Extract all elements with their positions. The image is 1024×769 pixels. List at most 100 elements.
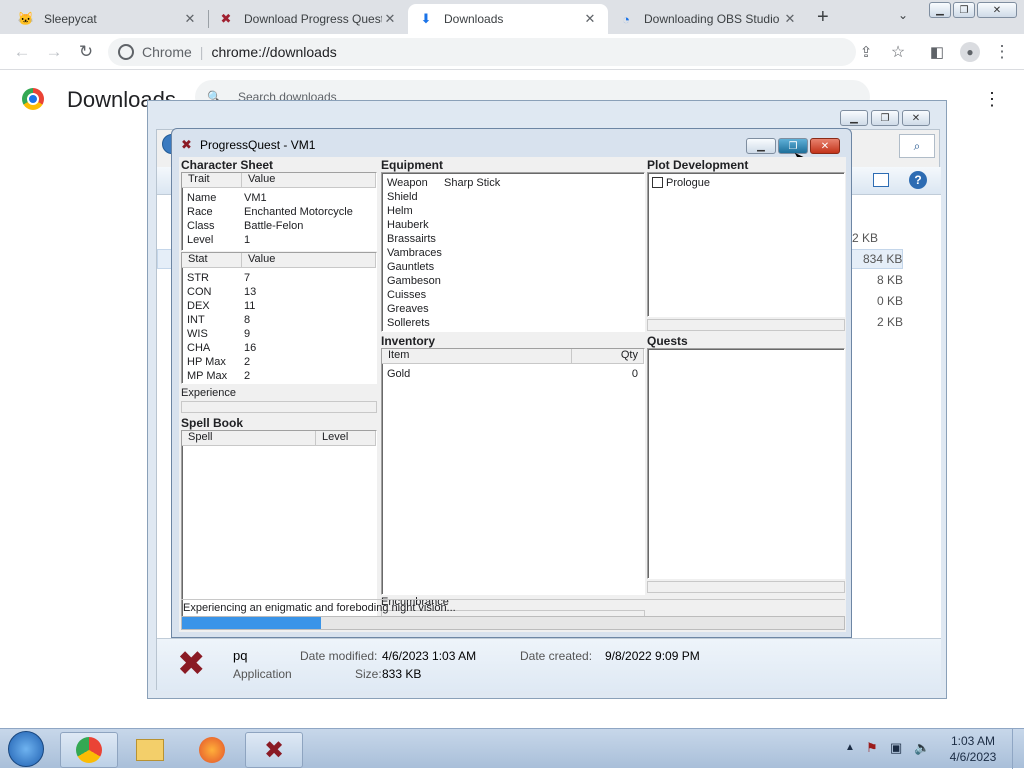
inventory-list[interactable]: Item Qty Gold 0 xyxy=(381,348,645,595)
download-icon: ⬇ xyxy=(420,11,432,26)
omnibox[interactable]: Chrome | chrome://downloads xyxy=(108,38,856,66)
close-button[interactable]: ✕ xyxy=(810,138,840,154)
firefox-icon xyxy=(199,737,225,763)
spell-list[interactable]: Spell Level xyxy=(181,430,377,624)
volume-muted-icon[interactable]: 🔈 xyxy=(914,740,930,756)
clock[interactable]: 1:03 AM 4/6/2023 xyxy=(944,733,1002,765)
close-tab-icon[interactable]: ✕ xyxy=(382,11,398,27)
file-size: 0 KB xyxy=(877,294,904,308)
start-button[interactable] xyxy=(8,731,44,767)
pq-app-icon: ✖ xyxy=(181,137,192,152)
details-pane: ✖ pq Application Date modified: 4/6/2023… xyxy=(157,638,941,691)
prologue-checkbox[interactable] xyxy=(652,177,663,188)
list-row[interactable]: Gauntlets xyxy=(382,260,644,274)
network-icon[interactable]: ▣ xyxy=(890,740,902,756)
file-type: Application xyxy=(233,667,292,681)
chrome-icon xyxy=(118,44,134,60)
tab-search-icon[interactable]: ⌄ xyxy=(898,8,908,22)
list-row[interactable]: Cuisses xyxy=(382,288,644,302)
prologue-label: Prologue xyxy=(666,177,711,189)
character-sheet-header: Character Sheet xyxy=(181,158,274,172)
list-row[interactable]: HP Max 2 xyxy=(182,355,376,369)
taskbar-chrome[interactable] xyxy=(60,732,118,768)
list-row[interactable]: CON 13 xyxy=(182,285,376,299)
profile-icon[interactable]: ● xyxy=(960,42,980,62)
taskbar-explorer[interactable] xyxy=(121,732,179,768)
tab-progress-quest[interactable]: ✖ Download Progress Quest ✕ xyxy=(208,4,408,34)
tab-sleepycat[interactable]: 🐱 Sleepycat ✕ xyxy=(8,4,208,34)
traits-list[interactable]: Trait Value Name VM1 Race Enchanted Motorcyc… xyxy=(181,172,377,251)
close-button[interactable]: ✕ xyxy=(977,2,1017,18)
list-row[interactable]: Name VM1 xyxy=(182,191,376,205)
list-row[interactable]: Race Enchanted Motorcycle xyxy=(182,205,376,219)
list-row[interactable]: Vambraces xyxy=(382,246,644,260)
side-panel-icon[interactable]: ◧ xyxy=(923,38,951,66)
list-row[interactable]: INT 8 xyxy=(182,313,376,327)
help-icon[interactable]: ? xyxy=(909,171,927,189)
close-tab-icon[interactable]: ✕ xyxy=(182,11,198,27)
plot-development-header: Plot Development xyxy=(647,158,749,172)
list-row[interactable]: Hauberk xyxy=(382,218,644,232)
action-center-icon[interactable]: ⚑ xyxy=(866,740,878,756)
list-row[interactable]: Helm xyxy=(382,204,644,218)
tab-downloads[interactable]: ⬇ Downloads ✕ xyxy=(408,4,608,34)
list-row[interactable]: DEX 11 xyxy=(182,299,376,313)
new-tab-button[interactable]: + xyxy=(817,6,829,29)
back-icon[interactable]: ← xyxy=(8,38,36,66)
equipment-list[interactable]: Weapon Sharp Stick Shield Helm Hauberk Brassa… xyxy=(381,172,645,332)
list-row[interactable]: Level 1 xyxy=(182,233,376,247)
taskbar: ✖ ▲ ⚑ ▣ 🔈 1:03 AM 4/6/2023 xyxy=(0,728,1024,769)
pq-icon: ✖ xyxy=(220,11,232,26)
search-icon[interactable]: ⌕ xyxy=(899,134,935,158)
list-row[interactable]: WIS 9 xyxy=(182,327,376,341)
bookmark-star-icon[interactable]: ☆ xyxy=(884,38,912,66)
tab-obs[interactable]: ◔ Downloading OBS Studio ✕ xyxy=(608,4,808,34)
reload-icon[interactable]: ↻ xyxy=(72,38,100,66)
equipment-header: Equipment xyxy=(381,158,443,172)
list-row[interactable]: Sollerets xyxy=(382,316,644,330)
window-controls: ▁ ❐ ✕ xyxy=(929,2,1017,18)
url-text: chrome://downloads xyxy=(211,44,337,60)
restore-button[interactable]: ❐ xyxy=(953,2,975,18)
taskbar-firefox[interactable] xyxy=(183,732,241,768)
close-tab-icon[interactable]: ✕ xyxy=(582,11,598,27)
share-icon[interactable]: ⇪ xyxy=(852,38,880,66)
inventory-row[interactable]: Gold 0 xyxy=(382,367,644,381)
forward-icon[interactable]: → xyxy=(40,38,68,66)
list-row[interactable]: MP Max 2 xyxy=(182,369,376,383)
list-row[interactable]: Greaves xyxy=(382,302,644,316)
close-tab-icon[interactable]: ✕ xyxy=(782,11,798,27)
list-row[interactable]: Brassairts xyxy=(382,232,644,246)
list-row[interactable]: Shield xyxy=(382,190,644,204)
file-size: 834 KB xyxy=(863,252,903,266)
stats-list[interactable]: Stat Value STR 7 CON 13 DEX 11 INT 8 WIS 9 CHA 16 HP … xyxy=(181,252,377,384)
status-text: Experiencing an enigmatic and foreboding… xyxy=(181,599,845,616)
menu-icon[interactable]: ⋮ xyxy=(988,38,1016,66)
show-desktop-button[interactable] xyxy=(1012,729,1024,769)
list-row[interactable]: Gambeson xyxy=(382,274,644,288)
minimize-button[interactable]: ▁ xyxy=(840,110,868,126)
close-button[interactable]: ✕ xyxy=(902,110,930,126)
pq-app-icon: ✖ xyxy=(177,645,206,683)
plot-list[interactable]: Prologue xyxy=(647,172,845,317)
file-size-detail: 833 KB xyxy=(382,667,422,681)
list-row[interactable]: STR 7 xyxy=(182,271,376,285)
quest-bar xyxy=(647,581,845,593)
list-row[interactable]: CHA 16 xyxy=(182,341,376,355)
window-title: ProgressQuest - VM1 xyxy=(200,138,316,152)
taskbar-progress-quest[interactable]: ✖ xyxy=(245,732,303,768)
list-row[interactable]: Weapon Sharp Stick xyxy=(382,176,644,190)
folder-icon xyxy=(136,739,164,761)
obs-icon: ◔ xyxy=(622,11,630,27)
task-progress-bar xyxy=(181,616,845,630)
chrome-logo-icon xyxy=(22,88,44,110)
quests-list[interactable] xyxy=(647,348,845,579)
page-menu-icon[interactable]: ⋮ xyxy=(983,89,1001,110)
minimize-button[interactable]: ▁ xyxy=(746,138,776,154)
file-name: pq xyxy=(233,648,248,663)
preview-pane-icon[interactable] xyxy=(873,173,889,187)
tray-expand-icon[interactable]: ▲ xyxy=(845,742,855,753)
maximize-button[interactable]: ❐ xyxy=(871,110,899,126)
minimize-button[interactable]: ▁ xyxy=(929,2,951,18)
list-row[interactable]: Class Battle-Felon xyxy=(182,219,376,233)
